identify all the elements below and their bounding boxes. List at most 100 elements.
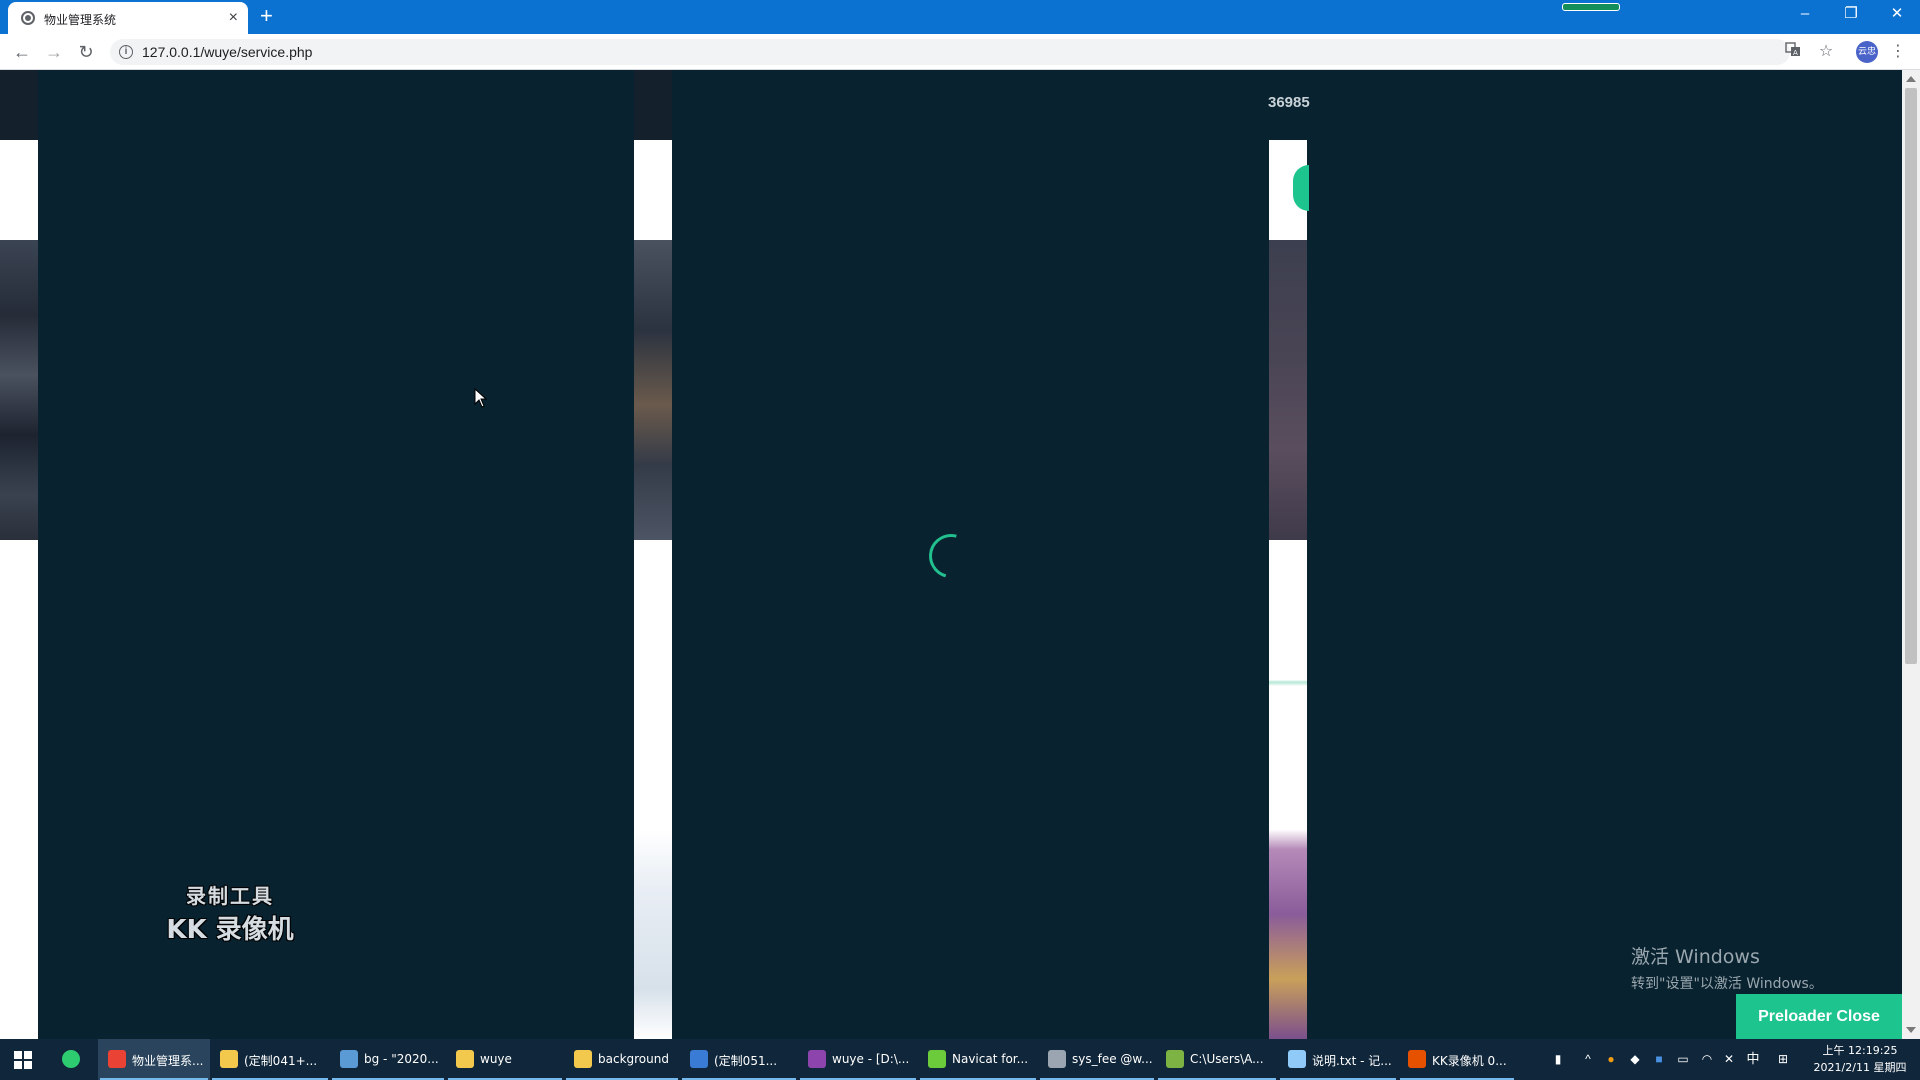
- recorder-line-1: 录制工具: [186, 884, 274, 908]
- tab-title: 物业管理系统: [44, 13, 117, 27]
- avatar[interactable]: 云忠: [1856, 41, 1878, 63]
- preloader-close-button[interactable]: Preloader Close: [1736, 994, 1902, 1039]
- kk-recorder-icon: [1408, 1050, 1426, 1068]
- taskbar-item[interactable]: background: [564, 1039, 680, 1080]
- taskbar-item[interactable]: (定制051...: [680, 1039, 798, 1080]
- tray-shield-icon[interactable]: ■: [1651, 1051, 1667, 1067]
- chrome-icon: [108, 1050, 126, 1068]
- taskbar-item-label: (定制041+...: [244, 1054, 318, 1068]
- taskbar-item-label: (定制051...: [714, 1054, 778, 1068]
- left-white-lower: [0, 540, 38, 1039]
- browser-tab[interactable]: 物业管理系统 ×: [8, 2, 248, 34]
- volume-muted-icon[interactable]: ✕: [1721, 1051, 1737, 1067]
- taskbar-item-label: bg - "2020...: [364, 1052, 439, 1066]
- windows-taskbar: 物业管理系... (定制041+... bg - "2020... wuye backg…: [0, 1039, 1920, 1080]
- ime-indicator[interactable]: 中: [1745, 1051, 1761, 1067]
- right-white-lower: [1269, 540, 1307, 1039]
- windows-start-icon[interactable]: [14, 1051, 32, 1069]
- left-white-band: [0, 140, 38, 240]
- right-image-band: [1269, 240, 1307, 540]
- page-scrollbar[interactable]: [1902, 70, 1920, 1039]
- svg-text:A: A: [1793, 49, 1798, 57]
- taskbar-item[interactable]: Navicat for...: [918, 1039, 1038, 1080]
- minimize-button[interactable]: –: [1790, 4, 1820, 24]
- db-icon: [1048, 1050, 1066, 1068]
- tray-expand-icon[interactable]: ^: [1580, 1051, 1596, 1067]
- new-tab-button[interactable]: +: [260, 3, 273, 29]
- scroll-up-icon[interactable]: [1906, 76, 1916, 82]
- taskbar-item[interactable]: wuye - [D:\...: [798, 1039, 918, 1080]
- notepad-icon: [1288, 1050, 1306, 1068]
- middle-white-lower: [634, 540, 672, 1039]
- activate-windows-watermark: 激活 Windows 转到"设置"以激活 Windows。: [1631, 942, 1823, 993]
- ie-taskbar-icon[interactable]: [52, 1039, 92, 1080]
- tray-device-icon[interactable]: ▭: [1675, 1051, 1691, 1067]
- info-icon[interactable]: i: [119, 45, 133, 59]
- taskbar-item-label: Navicat for...: [952, 1052, 1029, 1066]
- middle-white-band: [634, 140, 672, 240]
- loading-spinner-icon: [920, 525, 982, 587]
- restore-button[interactable]: ❐: [1836, 4, 1866, 24]
- activate-subtitle: 转到"设置"以激活 Windows。: [1631, 976, 1823, 992]
- taskbar-item[interactable]: sys_fee @w...: [1038, 1039, 1156, 1080]
- ime-grid-icon[interactable]: ⊞: [1775, 1051, 1791, 1067]
- recorder-line-2: KK 录像机: [166, 915, 294, 945]
- star-icon[interactable]: ☆: [1815, 41, 1837, 63]
- taskbar-item[interactable]: bg - "2020...: [330, 1039, 446, 1080]
- battery-icon[interactable]: ▮: [1550, 1051, 1566, 1067]
- taskbar-item[interactable]: wuye: [446, 1039, 564, 1080]
- recording-indicator: [1562, 3, 1620, 11]
- scroll-thumb[interactable]: [1905, 88, 1917, 664]
- folder-icon: [220, 1050, 238, 1068]
- forward-icon[interactable]: →: [42, 40, 66, 64]
- folder-icon: [456, 1050, 474, 1068]
- taskbar-item-label: 说明.txt - 记...: [1312, 1054, 1392, 1068]
- taskbar-item[interactable]: KK录像机 0...: [1398, 1039, 1516, 1080]
- close-window-button[interactable]: ✕: [1882, 4, 1912, 24]
- address-bar[interactable]: i 127.0.0.1/wuye/service.php: [110, 39, 1790, 65]
- green-button-edge: [1293, 165, 1309, 211]
- taskbar-item[interactable]: 说明.txt - 记...: [1278, 1039, 1398, 1080]
- mouse-cursor-icon: [474, 388, 488, 408]
- middle-image-band: [634, 240, 672, 540]
- wifi-icon[interactable]: ◠: [1699, 1051, 1715, 1067]
- taskbar-item[interactable]: 物业管理系...: [98, 1039, 210, 1080]
- back-icon[interactable]: ←: [10, 40, 34, 64]
- phone-number-partial: 36985: [1268, 94, 1310, 111]
- taskbar-item-label: background: [598, 1052, 669, 1066]
- navicat-icon: [928, 1050, 946, 1068]
- editor-icon: [1166, 1050, 1184, 1068]
- url-text[interactable]: 127.0.0.1/wuye/service.php: [142, 44, 312, 60]
- clock-time: 上午 12:19:25: [1822, 1044, 1898, 1057]
- scroll-down-icon[interactable]: [1906, 1027, 1916, 1033]
- app-icon: [340, 1050, 358, 1068]
- tray-box-icon[interactable]: ◆: [1627, 1051, 1643, 1067]
- browser-toolbar: ← → ↻ i 127.0.0.1/wuye/service.php A ☆ 云…: [0, 34, 1920, 70]
- taskbar-item-label: wuye - [D:\...: [832, 1052, 910, 1066]
- taskbar-item-label: 物业管理系...: [132, 1054, 204, 1068]
- translate-icon[interactable]: A: [1782, 41, 1804, 63]
- page-content: 36985 录制工具 KK 录像机 激活 Windows 转到"设置"以激活 W…: [0, 70, 1902, 1039]
- phpstorm-icon: [808, 1050, 826, 1068]
- menu-icon[interactable]: ⋮: [1887, 41, 1909, 63]
- taskbar-item-label: KK录像机 0...: [1432, 1054, 1507, 1068]
- activate-title: 激活 Windows: [1631, 946, 1760, 968]
- tab-close-button[interactable]: ×: [229, 8, 238, 28]
- left-image-band: [0, 240, 38, 540]
- folder-icon: [574, 1050, 592, 1068]
- taskbar-item[interactable]: (定制041+...: [210, 1039, 330, 1080]
- tray-app-icon[interactable]: ●: [1603, 1051, 1619, 1067]
- clock-date: 2021/2/11 星期四: [1813, 1061, 1907, 1074]
- left-edge-strip: [0, 70, 38, 140]
- vscode-icon: [690, 1050, 708, 1068]
- globe-icon: [21, 11, 35, 25]
- middle-edge-strip: [634, 70, 672, 140]
- browser-titlebar: 物业管理系统 × + – ❐ ✕: [0, 0, 1920, 34]
- system-clock[interactable]: 上午 12:19:25 2021/2/11 星期四: [1808, 1042, 1912, 1076]
- taskbar-item-label: C:\Users\A...: [1190, 1052, 1264, 1066]
- taskbar-item-label: sys_fee @w...: [1072, 1052, 1153, 1066]
- taskbar-item-label: wuye: [480, 1052, 512, 1066]
- recorder-watermark: 录制工具 KK 录像机: [160, 880, 300, 946]
- reload-icon[interactable]: ↻: [74, 40, 98, 64]
- taskbar-item[interactable]: C:\Users\A...: [1156, 1039, 1278, 1080]
